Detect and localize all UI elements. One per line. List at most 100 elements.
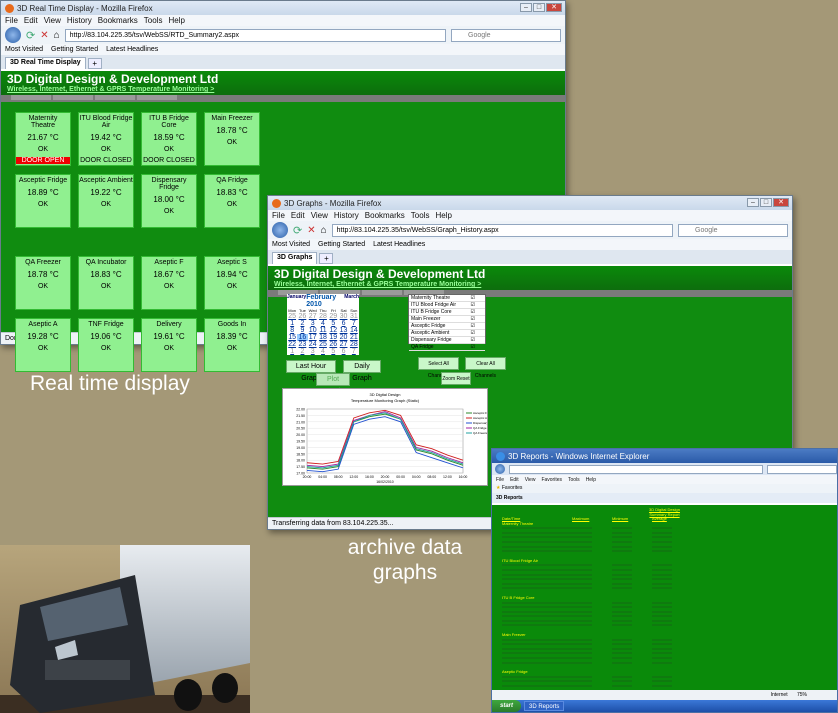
calendar-day[interactable]: 28	[318, 313, 328, 320]
calendar-day[interactable]: 3	[308, 348, 318, 355]
minimize-button[interactable]: –	[747, 198, 759, 207]
nav-item[interactable]	[137, 95, 177, 100]
menu-item[interactable]: Help	[586, 477, 596, 483]
checkbox-icon[interactable]: ☑	[471, 337, 475, 343]
menu-item[interactable]: Help	[435, 211, 451, 220]
calendar-day[interactable]: 6	[338, 348, 348, 355]
select-all-channels-button[interactable]: Select All Channels	[418, 357, 459, 379]
calendar-day[interactable]: 18	[318, 334, 328, 341]
menu-item[interactable]: File	[496, 477, 504, 483]
calendar-day[interactable]: 12	[328, 327, 338, 334]
menu-item[interactable]: Tools	[144, 16, 163, 25]
channel-list[interactable]: Maternity Theatre ☑ ITU Blood Fridge Air ☑ I…	[408, 294, 486, 351]
sensor-tile[interactable]: QA Fridge 18.83 °C OK	[204, 174, 260, 228]
favorites-icon[interactable]: ★	[496, 485, 500, 491]
calendar-day[interactable]: 21	[349, 334, 359, 341]
calendar-day[interactable]: 6	[338, 320, 348, 327]
reload-icon[interactable]: ⟳	[26, 29, 35, 42]
sensor-tile[interactable]: Aseptic F 18.67 °C OK	[141, 256, 197, 310]
bookmark-item[interactable]: Most Visited	[272, 241, 310, 248]
calendar-day[interactable]: 15	[287, 334, 297, 341]
maximize-button[interactable]: □	[760, 198, 772, 207]
channel-option[interactable]: Asceptic Fridge ☑	[409, 323, 485, 330]
calendar-day[interactable]: 1	[287, 320, 297, 327]
menu-item[interactable]: Edit	[510, 477, 519, 483]
back-icon[interactable]	[272, 222, 288, 238]
calendar-day[interactable]: 17	[308, 334, 318, 341]
new-tab-button[interactable]: +	[87, 58, 102, 69]
search-field[interactable]: Google	[451, 28, 561, 42]
sensor-tile[interactable]: Goods In 18.39 °C OK	[204, 318, 260, 372]
menu-item[interactable]: History	[334, 211, 359, 220]
calendar-day[interactable]: 30	[338, 313, 348, 320]
menu-item[interactable]: Edit	[24, 16, 38, 25]
calendar-day[interactable]: 27	[308, 313, 318, 320]
menu-item[interactable]: File	[5, 16, 18, 25]
calendar-day[interactable]: 27	[338, 341, 348, 348]
menu-item[interactable]: Bookmarks	[98, 16, 138, 25]
calendar-day[interactable]: 13	[338, 327, 348, 334]
nav-item[interactable]	[95, 95, 135, 100]
zoom-level[interactable]: 75%	[797, 692, 807, 698]
channel-option[interactable]: Dispensary Fridge ☑	[409, 337, 485, 344]
checkbox-icon[interactable]: ☑	[471, 302, 475, 308]
site-subtitle-link[interactable]: Wireless, Internet, Ethernet & GPRS Temp…	[7, 86, 559, 93]
calendar-day[interactable]: 19	[328, 334, 338, 341]
calendar-day[interactable]: 23	[297, 341, 307, 348]
sensor-tile[interactable]: TNF Fridge 19.06 °C OK	[78, 318, 134, 372]
bookmark-item[interactable]: Latest Headlines	[373, 241, 425, 248]
back-icon[interactable]	[5, 27, 21, 43]
url-field[interactable]: http://83.104.225.35/tsv/WebSS/RTD_Summa…	[64, 28, 446, 42]
calendar-day[interactable]: 25	[287, 313, 297, 320]
bookmark-item[interactable]: Latest Headlines	[106, 46, 158, 53]
menu-item[interactable]: Tools	[411, 211, 430, 220]
menu-item[interactable]: Bookmarks	[365, 211, 405, 220]
calendar-day[interactable]: 16	[297, 334, 308, 341]
menu-item[interactable]: View	[311, 211, 328, 220]
sensor-tile[interactable]: Asceptic Ambient 19.22 °C OK	[78, 174, 134, 228]
calendar-day[interactable]: 10	[308, 327, 318, 334]
ie-tab[interactable]: 3D Reports	[492, 493, 837, 503]
calendar-day[interactable]: 5	[328, 320, 338, 327]
menu-item[interactable]: File	[272, 211, 285, 220]
calendar-day[interactable]: 5	[328, 348, 338, 355]
stop-icon[interactable]: ✕	[307, 225, 315, 236]
calendar-day[interactable]: 9	[297, 327, 307, 334]
calendar-day[interactable]: 29	[328, 313, 338, 320]
calendar-day[interactable]: 31	[349, 313, 359, 320]
bookmark-item[interactable]: Getting Started	[318, 241, 365, 248]
stop-icon[interactable]: ✕	[40, 30, 48, 41]
home-icon[interactable]: ⌂	[321, 225, 327, 236]
favorites-label[interactable]: Favorites	[502, 485, 523, 491]
bookmark-item[interactable]: Getting Started	[51, 46, 98, 53]
home-icon[interactable]: ⌂	[54, 30, 60, 41]
sensor-tile[interactable]: ITU B Fridge Core 18.59 °C OK DOOR CLOSED	[141, 112, 197, 166]
clear-all-channels-button[interactable]: Clear All Channels	[465, 357, 506, 379]
menu-item[interactable]: Tools	[568, 477, 580, 483]
menu-item[interactable]: View	[44, 16, 61, 25]
minimize-button[interactable]: –	[520, 3, 532, 12]
menu-item[interactable]: Favorites	[541, 477, 562, 483]
tab-graphs[interactable]: 3D Graphs	[272, 252, 318, 264]
nav-item[interactable]	[362, 290, 402, 295]
maximize-button[interactable]: □	[533, 3, 545, 12]
calendar-day[interactable]: 22	[287, 341, 297, 348]
nav-item[interactable]	[53, 95, 93, 100]
close-button[interactable]: ✕	[546, 3, 562, 12]
calendar-day[interactable]: 24	[308, 341, 318, 348]
next-month-link[interactable]: March	[344, 294, 359, 308]
back-icon[interactable]	[495, 464, 505, 474]
zoom-reset-button[interactable]: Zoom Reset	[441, 372, 471, 385]
last-hour-graph-button[interactable]: Last Hour Graph	[286, 360, 336, 382]
calendar-day[interactable]: 25	[318, 341, 328, 348]
live-search-field[interactable]	[767, 464, 837, 474]
channel-option[interactable]: Maternity Theatre ☑	[409, 295, 485, 302]
calendar-day[interactable]: 7	[349, 348, 359, 355]
channel-option[interactable]: ITU B Fridge Core ☑	[409, 309, 485, 316]
menu-item[interactable]: View	[525, 477, 536, 483]
checkbox-icon[interactable]: ☑	[471, 316, 475, 322]
channel-option[interactable]: Asceptic Ambient ☑	[409, 330, 485, 337]
menu-item[interactable]: History	[67, 16, 92, 25]
sensor-tile[interactable]: QA Freezer 18.78 °C OK	[15, 256, 71, 310]
new-tab-button[interactable]: +	[319, 253, 334, 264]
